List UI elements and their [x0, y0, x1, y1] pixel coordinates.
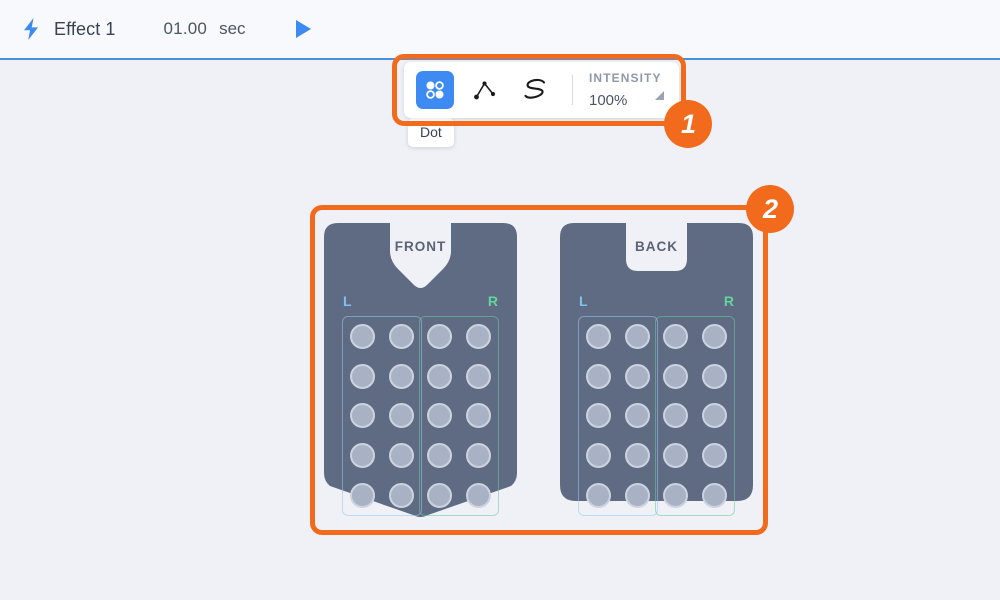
motor-dot[interactable]	[625, 403, 650, 429]
motor-dot[interactable]	[663, 403, 688, 429]
effect-name: Effect 1	[54, 18, 116, 39]
app-header: Effect 1 01.00 sec	[0, 0, 1000, 60]
vest-back-right-label: R	[723, 293, 734, 309]
motor-dot[interactable]	[586, 482, 611, 508]
duration-value: 01.00	[163, 19, 208, 38]
motor-dot[interactable]	[702, 443, 727, 469]
motor-dot[interactable]	[350, 363, 375, 389]
vest-panel-back[interactable]: BACK L R	[560, 223, 753, 519]
lightning-bolt-icon	[18, 16, 44, 42]
motor-dot[interactable]	[625, 324, 650, 350]
vest-layout-area: FRONT L R BACK L R	[310, 205, 768, 535]
play-button[interactable]	[290, 16, 316, 42]
motor-dot[interactable]	[427, 443, 452, 469]
toolbar-divider	[572, 75, 573, 105]
vest-front-right-label: R	[487, 293, 498, 309]
motor-dot[interactable]	[389, 482, 414, 508]
tool-path-button[interactable]	[466, 71, 504, 109]
motor-dot[interactable]	[466, 324, 491, 350]
vest-front-right-motor-grid	[419, 316, 499, 516]
motor-dot[interactable]	[466, 482, 491, 508]
motor-dot[interactable]	[702, 324, 727, 350]
duration-unit: sec	[219, 19, 246, 38]
motor-dot[interactable]	[702, 363, 727, 389]
motor-dot[interactable]	[586, 443, 611, 469]
motor-dot[interactable]	[427, 363, 452, 389]
tool-dot-button[interactable]	[416, 71, 454, 109]
motor-dot[interactable]	[663, 443, 688, 469]
motor-dot[interactable]	[625, 363, 650, 389]
motor-dot[interactable]	[427, 482, 452, 508]
motor-dot[interactable]	[702, 403, 727, 429]
intensity-control[interactable]: INTENSITY 100%	[589, 71, 665, 109]
vest-front-left-motor-grid	[342, 316, 422, 516]
vest-back-title: BACK	[635, 239, 678, 254]
motor-dot[interactable]	[663, 324, 688, 350]
tool-tooltip: Dot	[408, 118, 454, 147]
motor-dot[interactable]	[389, 363, 414, 389]
motor-dot[interactable]	[663, 482, 688, 508]
motor-dot[interactable]	[427, 324, 452, 350]
play-icon	[295, 20, 311, 38]
motor-dot[interactable]	[389, 443, 414, 469]
highlight-badge-2: 2	[746, 185, 794, 233]
tool-freehand-button[interactable]	[516, 71, 554, 109]
motor-dot[interactable]	[350, 482, 375, 508]
intensity-value: 100%	[589, 92, 628, 109]
motor-dot[interactable]	[389, 324, 414, 350]
highlight-badge-1: 1	[664, 100, 712, 148]
vest-panel-front[interactable]: FRONT L R	[324, 223, 517, 519]
motor-dot[interactable]	[466, 443, 491, 469]
motor-dot[interactable]	[663, 363, 688, 389]
caret-resize-icon[interactable]	[653, 88, 665, 106]
motor-dot[interactable]	[350, 443, 375, 469]
freehand-s-icon	[524, 78, 546, 99]
motor-dot[interactable]	[586, 403, 611, 429]
motor-dot[interactable]	[625, 443, 650, 469]
path-line-icon	[474, 81, 496, 100]
motor-dot[interactable]	[350, 403, 375, 429]
motor-dot[interactable]	[466, 363, 491, 389]
vest-front-left-label: L	[343, 293, 352, 309]
vest-back-right-motor-grid	[655, 316, 735, 516]
motor-dot[interactable]	[702, 482, 727, 508]
vest-back-left-label: L	[579, 293, 588, 309]
motor-dot[interactable]	[427, 403, 452, 429]
motor-dot[interactable]	[466, 403, 491, 429]
motor-dot[interactable]	[586, 324, 611, 350]
motor-dot[interactable]	[625, 482, 650, 508]
drawing-toolbar: INTENSITY 100%	[404, 62, 680, 118]
four-dots-icon	[426, 81, 444, 99]
motor-dot[interactable]	[389, 403, 414, 429]
vest-back-left-motor-grid	[578, 316, 658, 516]
vest-front-title: FRONT	[394, 239, 447, 254]
motor-dot[interactable]	[586, 363, 611, 389]
intensity-label: INTENSITY	[589, 71, 662, 85]
motor-dot[interactable]	[350, 324, 375, 350]
